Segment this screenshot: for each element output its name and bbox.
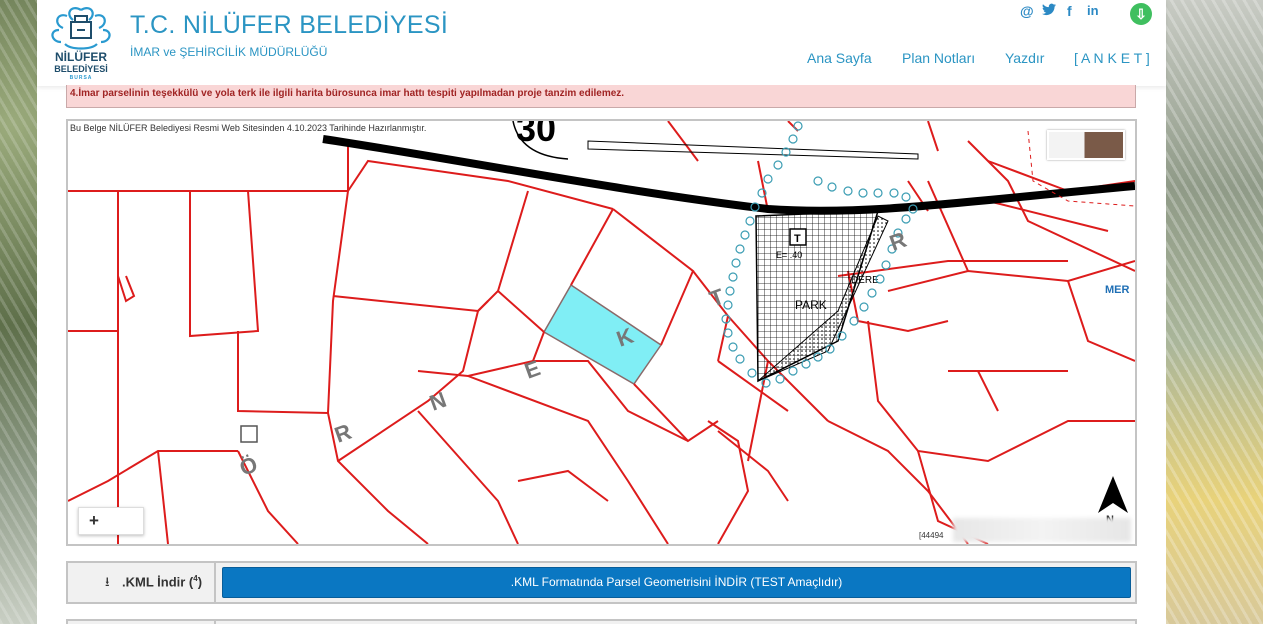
kml-label-cell: ⭳ .KML İndir (4) (68, 563, 216, 602)
map-document-note: Bu Belge NİLÜFER Belediyesi Resmi Web Si… (70, 123, 427, 133)
background-right (1166, 0, 1263, 624)
zoning-map-canvas[interactable]: 30 T E= .40 PARK DERE Ö R N E K T R MER (68, 121, 1135, 544)
kml-label: .KML İndir (4) (122, 574, 203, 590)
logo-line-1: NİLÜFER (55, 50, 107, 64)
coordinate-readout: [44494 (919, 531, 944, 540)
logo-line-2: BELEDİYESİ (54, 64, 108, 74)
zoom-in-button[interactable]: + (78, 507, 144, 535)
facebook-icon[interactable]: f (1067, 3, 1072, 19)
site-subtitle: İMAR ve ŞEHİRCİLİK MÜDÜRLÜĞÜ (130, 45, 328, 59)
plus-icon: + (89, 511, 99, 530)
main-panel: NİLÜFER BELEDİYESİ BURSA T.C. NİLÜFER BE… (37, 0, 1166, 624)
site-title[interactable]: T.C. NİLÜFER BELEDİYESİ (130, 11, 448, 40)
map-letter-n: N (426, 387, 449, 416)
coordinate-blur (953, 518, 1131, 542)
site-header: NİLÜFER BELEDİYESİ BURSA T.C. NİLÜFER BE… (37, 0, 1166, 86)
download-icon[interactable]: ⇩ (1130, 3, 1152, 25)
nav-plan-notes[interactable]: Plan Notları (902, 50, 975, 66)
map-letter-o: Ö (236, 451, 261, 480)
mer-label: MER (1105, 284, 1130, 296)
t-marker: T (794, 233, 801, 245)
kml-download-row: ⭳ .KML İndir (4) .KML Formatında Parsel … (66, 561, 1137, 604)
kml-download-button[interactable]: .KML Formatında Parsel Geometrisini İNDİ… (222, 567, 1131, 598)
nav-survey[interactable]: [ A N K E T ] (1074, 50, 1150, 66)
warning-notice: 4.İmar parselinin teşekkülü ve yola terk… (66, 85, 1136, 108)
road-number-label: 30 (516, 121, 556, 149)
warning-text: 4.İmar parselinin teşekkülü ve yola terk… (70, 88, 625, 99)
dere-label: DERE (851, 275, 879, 286)
nav-home[interactable]: Ana Sayfa (807, 50, 872, 66)
main-road (322, 135, 1135, 215)
selected-parcel[interactable] (542, 283, 663, 385)
park-label: PARK (795, 298, 827, 312)
background-left (0, 0, 37, 624)
map-letter-t: T (706, 283, 728, 311)
layer-switcher[interactable] (1047, 130, 1125, 160)
twitter-icon[interactable] (1042, 3, 1056, 19)
logo-line-3: BURSA (69, 75, 93, 81)
map-letter-e: E (521, 355, 543, 384)
download-icon: ⭳ (105, 574, 110, 589)
nav-print[interactable]: Yazdır (1005, 50, 1044, 66)
map-letter-r2: R (886, 227, 910, 256)
logo-wordmark: NİLÜFER BELEDİYESİ BURSA (43, 51, 119, 81)
map-square-marker (240, 425, 258, 443)
next-row (66, 619, 1137, 624)
ea-label: E= .40 (776, 250, 802, 260)
email-icon[interactable]: @ (1020, 3, 1034, 19)
zoning-map[interactable]: 30 T E= .40 PARK DERE Ö R N E K T R MER … (66, 119, 1137, 546)
linkedin-icon[interactable]: in (1087, 3, 1099, 18)
